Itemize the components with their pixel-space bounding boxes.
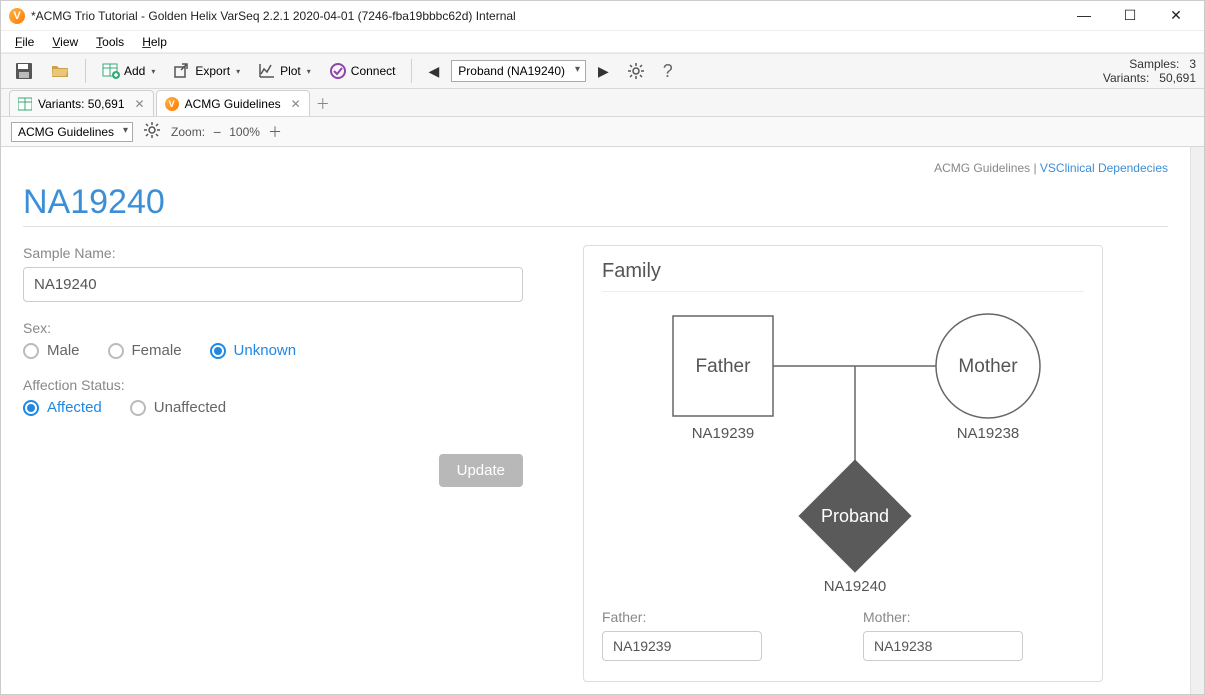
tab-acmg-label: ACMG Guidelines — [185, 97, 281, 111]
connect-icon — [329, 62, 347, 80]
sub-toolbar: ACMG Guidelines Zoom: − 100% ＋ — [1, 117, 1204, 147]
maximize-button[interactable]: ☐ — [1116, 7, 1144, 24]
sex-label: Sex: — [23, 320, 543, 336]
sample-select[interactable]: Proband (NA19240) — [451, 60, 586, 82]
export-label: Export — [195, 64, 230, 78]
menu-help[interactable]: Help — [142, 35, 167, 49]
caret-down-icon: ▾ — [151, 67, 155, 76]
export-icon — [173, 62, 191, 80]
caret-down-icon: ▾ — [236, 67, 240, 76]
sex-unknown-radio[interactable]: Unknown — [210, 342, 297, 359]
sample-select-value: Proband (NA19240) — [458, 64, 565, 78]
add-tab-button[interactable]: ＋ — [312, 94, 334, 116]
samples-label: Samples: — [1129, 57, 1179, 71]
breadcrumb: ACMG Guidelines | VSClinical Dependecies — [23, 157, 1168, 183]
unaffected-radio[interactable]: Unaffected — [130, 399, 226, 416]
next-sample-button[interactable]: ▶ — [592, 63, 615, 80]
connect-label: Connect — [351, 64, 396, 78]
zoom-out-button[interactable]: − — [213, 124, 221, 140]
page-content: ACMG Guidelines | VSClinical Dependecies… — [1, 147, 1190, 694]
menu-tools[interactable]: Tools — [96, 35, 124, 49]
mother-node-label: Mother — [958, 356, 1018, 377]
update-button[interactable]: Update — [439, 454, 523, 487]
counts-panel: Samples: 3 Variants: 50,691 — [1103, 57, 1196, 85]
close-icon[interactable]: ✕ — [291, 97, 301, 111]
mother-input[interactable] — [863, 631, 1023, 661]
prev-sample-button[interactable]: ◀ — [422, 63, 445, 80]
caret-down-icon: ▾ — [307, 67, 311, 76]
sex-male-radio[interactable]: Male — [23, 342, 80, 359]
titlebar: V *ACMG Trio Tutorial - Golden Helix Var… — [1, 1, 1204, 31]
plot-button[interactable]: Plot ▾ — [252, 59, 317, 83]
window-title: *ACMG Trio Tutorial - Golden Helix VarSe… — [31, 9, 516, 23]
proband-node-label: Proband — [821, 506, 889, 526]
affected-radio[interactable]: Affected — [23, 399, 102, 416]
sex-female-radio[interactable]: Female — [108, 342, 182, 359]
table-icon — [18, 97, 32, 111]
guidelines-select-value: ACMG Guidelines — [18, 125, 114, 139]
samples-value: 3 — [1189, 57, 1196, 71]
variants-label: Variants: — [1103, 71, 1149, 85]
zoom-value: 100% — [229, 125, 260, 139]
app-icon: V — [165, 97, 179, 111]
tab-variants[interactable]: Variants: 50,691 ✕ — [9, 90, 154, 116]
family-card: Family Father NA19239 Mother NA19238 — [583, 245, 1103, 682]
sub-settings-button[interactable] — [143, 121, 161, 142]
father-label: Father: — [602, 609, 823, 625]
mother-label: Mother: — [863, 609, 1084, 625]
connect-button[interactable]: Connect — [323, 59, 402, 83]
settings-button[interactable] — [621, 59, 651, 83]
breadcrumb-acmg: ACMG Guidelines — [934, 161, 1030, 175]
guidelines-select[interactable]: ACMG Guidelines — [11, 122, 133, 142]
app-icon: V — [9, 8, 25, 24]
family-title: Family — [602, 260, 1084, 292]
father-node-label: Father — [696, 356, 752, 377]
main-toolbar: Add ▾ Export ▾ Plot ▾ Connect ◀ Proband … — [1, 53, 1204, 89]
sample-name-input[interactable] — [23, 267, 523, 302]
floppy-icon — [15, 62, 33, 80]
minimize-button[interactable]: — — [1070, 7, 1098, 24]
save-button[interactable] — [9, 59, 39, 83]
export-button[interactable]: Export ▾ — [167, 59, 246, 83]
help-button[interactable]: ? — [657, 58, 679, 85]
tab-variants-label: Variants: 50,691 — [38, 97, 125, 111]
variants-value: 50,691 — [1159, 71, 1196, 85]
father-input[interactable] — [602, 631, 762, 661]
father-node-id: NA19239 — [692, 425, 755, 442]
mother-node-id: NA19238 — [957, 425, 1020, 442]
folder-open-icon — [51, 62, 69, 80]
zoom-label: Zoom: — [171, 125, 205, 139]
table-add-icon — [102, 62, 120, 80]
add-button[interactable]: Add ▾ — [96, 59, 161, 83]
open-button[interactable] — [45, 59, 75, 83]
page-title: NA19240 — [23, 183, 1168, 227]
pedigree-diagram: Father NA19239 Mother NA19238 Proband — [602, 306, 1084, 596]
add-label: Add — [124, 64, 145, 78]
vertical-scrollbar[interactable] — [1190, 147, 1204, 694]
menu-view[interactable]: View — [52, 35, 78, 49]
menu-file[interactable]: File — [15, 35, 34, 49]
tab-bar: Variants: 50,691 ✕ V ACMG Guidelines ✕ ＋ — [1, 89, 1204, 117]
plot-icon — [258, 62, 276, 80]
breadcrumb-vsclinical-link[interactable]: VSClinical Dependecies — [1040, 161, 1168, 175]
close-icon[interactable]: ✕ — [135, 97, 145, 111]
zoom-in-button[interactable]: ＋ — [268, 122, 282, 142]
plot-label: Plot — [280, 64, 301, 78]
tab-acmg[interactable]: V ACMG Guidelines ✕ — [156, 90, 310, 116]
menubar: File View Tools Help — [1, 31, 1204, 53]
affection-label: Affection Status: — [23, 377, 543, 393]
proband-node-id: NA19240 — [824, 578, 887, 595]
gear-icon — [627, 62, 645, 80]
sample-name-label: Sample Name: — [23, 245, 543, 261]
close-button[interactable]: ✕ — [1162, 7, 1190, 24]
gear-icon — [143, 121, 161, 139]
